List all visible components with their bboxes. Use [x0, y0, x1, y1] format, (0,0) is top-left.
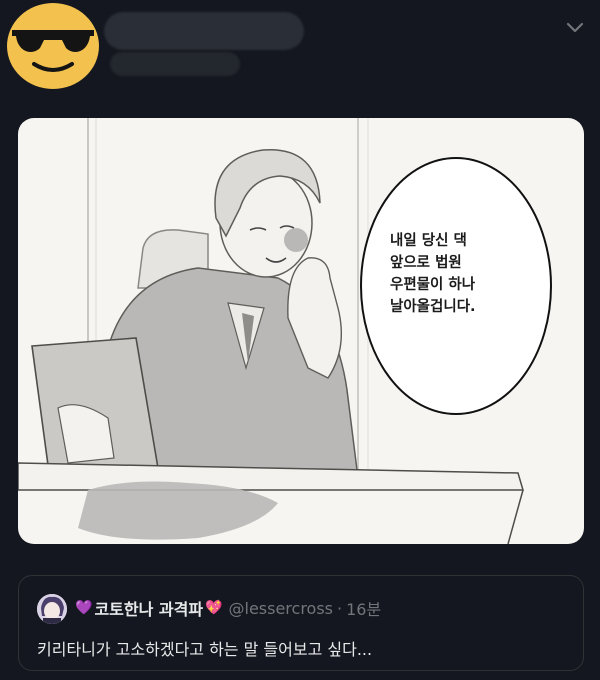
tweet-header	[0, 0, 600, 100]
separator-dot: ·	[337, 598, 343, 618]
author-name-redacted	[104, 12, 304, 50]
chevron-down-icon[interactable]	[562, 14, 588, 40]
anime-avatar-icon[interactable]	[37, 594, 67, 624]
quoted-tweet-card[interactable]: 💜 코토한나 과격파 💖 @lessercross · 16분 키리타니가 고소…	[18, 575, 584, 671]
speech-line: 내일 당신 댁	[390, 233, 467, 249]
manga-panel-illustration	[18, 118, 552, 544]
sparkling-heart-icon: 💖	[205, 600, 223, 616]
speech-line: 우편물이 하나	[390, 277, 476, 293]
speech-line: 날아올겁니다.	[390, 299, 476, 315]
quoted-display-name[interactable]: 코토한나 과격파	[94, 596, 203, 620]
speech-line: 앞으로 법원	[390, 255, 462, 271]
purple-heart-icon: 💜	[75, 600, 93, 616]
speech-bubble-text: 내일 당신 댁 앞으로 법원 우편물이 하나 날아올겁니다.	[390, 230, 540, 318]
tweet-media-image[interactable]: 내일 당신 댁 앞으로 법원 우편물이 하나 날아올겁니다.	[18, 118, 584, 544]
sunglasses-emoji-avatar-icon[interactable]	[4, 2, 102, 90]
author-handle-redacted	[110, 52, 240, 76]
quoted-timestamp[interactable]: 16분	[346, 596, 381, 620]
quoted-tweet-text: 키리타니가 고소하겠다고 하는 말 들어보고 싶다...	[37, 640, 373, 659]
quoted-handle[interactable]: @lessercross	[229, 599, 334, 618]
quoted-tweet-header: 💜 코토한나 과격파 💖 @lessercross · 16분	[75, 596, 381, 620]
